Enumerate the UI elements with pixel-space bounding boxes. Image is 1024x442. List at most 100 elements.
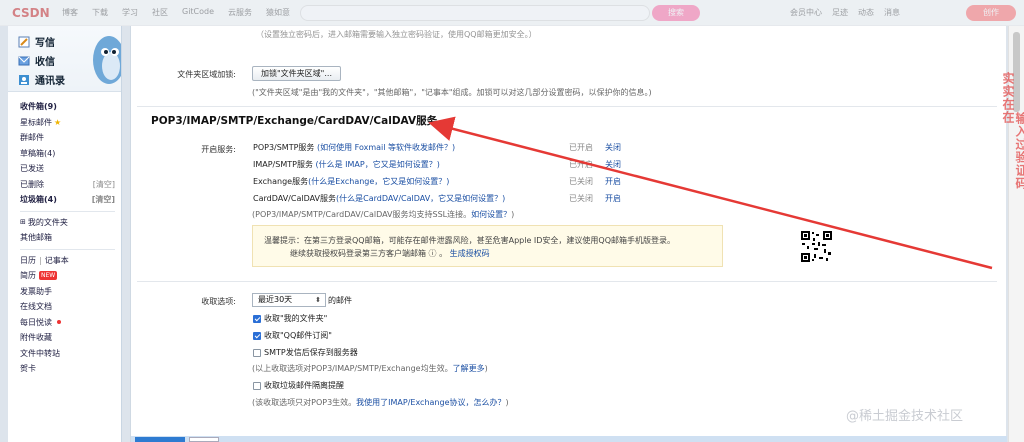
csdn-logo[interactable]: CSDN xyxy=(12,6,50,20)
expand-icon[interactable]: ⊞ xyxy=(20,215,26,231)
save-button[interactable] xyxy=(135,437,185,442)
checkbox-qq-subscription[interactable]: 收取"QQ邮件订阅" xyxy=(253,330,332,341)
nav-item[interactable]: 足迹 xyxy=(832,7,848,18)
service-help-link[interactable]: (如何使用 Foxmail 等软件收发邮件？) xyxy=(317,143,455,152)
folder-spam[interactable]: 垃圾箱(4) [清空] xyxy=(20,192,121,208)
checkbox-spam-alert[interactable]: 收取垃圾邮件隔离提醒 xyxy=(253,380,344,391)
nav-item[interactable]: 博客 xyxy=(62,7,78,18)
service-status: 已开启 xyxy=(569,143,593,152)
clear-deleted-link[interactable]: [清空] xyxy=(93,177,115,193)
select-value: 最近30天 xyxy=(258,295,293,304)
settings-panel: （设置独立密码后，进入邮箱需要输入独立密码验证，使用QQ邮箱更加安全。） 文件夹… xyxy=(130,26,1007,442)
cancel-button[interactable] xyxy=(189,437,219,442)
nav-item[interactable]: GitCode xyxy=(182,7,214,18)
tip-text-prefix: 继续获取授权码登录第三方客户端邮箱 ⓘ 。 xyxy=(290,249,448,258)
folder-group[interactable]: 群邮件 xyxy=(20,130,121,146)
nav-item[interactable]: 云服务 xyxy=(228,7,252,18)
quick-actions: 写信 收信 通讯录 xyxy=(8,26,121,92)
folder-inbox[interactable]: 收件箱(9) xyxy=(20,99,121,115)
folder-label: 群邮件 xyxy=(20,133,44,142)
service-toggle-link[interactable]: 关闭 xyxy=(605,142,621,153)
csdn-search-input[interactable] xyxy=(300,5,650,21)
folder-label: 其他邮箱 xyxy=(20,233,52,242)
receive-options-label: 收取选项: xyxy=(201,297,236,306)
nav-item[interactable]: 猿如意 xyxy=(266,7,290,18)
tool-daily[interactable]: 每日悦读 xyxy=(20,315,121,331)
service-pop3: POP3/SMTP服务 (如何使用 Foxmail 等软件收发邮件？) xyxy=(253,142,455,153)
nav-item[interactable]: 会员中心 xyxy=(790,7,822,18)
folder-lock-note: ("文件夹区域"是由"我的文件夹"，"其他邮箱"，"记事本"组成。加锁可以对这几… xyxy=(252,88,652,97)
csdn-right-nav: 会员中心 足迹 动态 消息 xyxy=(790,7,900,18)
checkbox-icon[interactable] xyxy=(253,331,261,340)
checkbox-my-folders[interactable]: 收取"我的文件夹" xyxy=(253,313,327,324)
notes-link[interactable]: 记事本 xyxy=(45,253,69,269)
effect-note: (以上收取选项对POP3/IMAP/SMTP/Exchange均生效。了解更多) xyxy=(252,363,488,374)
folder-starred[interactable]: 星标邮件 ★ xyxy=(20,115,121,131)
tool-cards[interactable]: 贺卡 xyxy=(20,361,121,377)
nav-item[interactable]: 消息 xyxy=(884,7,900,18)
service-toggle-link[interactable]: 开启 xyxy=(605,193,621,204)
action-bar xyxy=(131,436,1007,442)
checkbox-smtp-save[interactable]: SMTP发信后保存到服务器 xyxy=(253,347,358,358)
service-exchange: Exchange服务(什么是Exchange，它又是如何设置？) xyxy=(253,176,449,187)
service-status: 已关闭 xyxy=(569,177,593,186)
nav-item[interactable]: 下载 xyxy=(92,7,108,18)
folder-lock-label: 文件夹区域加锁: xyxy=(177,70,236,79)
folder-list: 收件箱(9) 星标邮件 ★ 群邮件 草稿箱(4) 已发送 已删除 [清空] 垃圾箱(… xyxy=(8,92,121,377)
folder-other-mail[interactable]: 其他邮箱 xyxy=(20,230,121,246)
tool-transfer[interactable]: 文件中转站 xyxy=(20,346,121,362)
csdn-topbar: CSDN 博客 下载 学习 社区 GitCode 云服务 猿如意 搜索 会员中心… xyxy=(0,0,1024,26)
service-name: IMAP/SMTP服务 xyxy=(253,160,313,169)
select-suffix: 的邮件 xyxy=(328,296,352,305)
nav-item[interactable]: 动态 xyxy=(858,7,874,18)
folder-drafts[interactable]: 草稿箱(4) xyxy=(20,146,121,162)
receive-range-select[interactable]: 最近30天 ⬍ xyxy=(252,293,326,307)
folder-my-folders[interactable]: ⊞ 我的文件夹 xyxy=(20,215,121,231)
qr-code-icon xyxy=(800,230,833,263)
lock-folder-button[interactable]: 加锁"文件夹区域"... xyxy=(252,66,341,81)
folder-deleted[interactable]: 已删除 [清空] xyxy=(20,177,121,193)
tool-invoice[interactable]: 发票助手 xyxy=(20,284,121,300)
tools-calendar-notes: 日历 | 记事本 xyxy=(20,253,121,269)
checkbox-icon[interactable] xyxy=(253,348,261,357)
checkbox-icon[interactable] xyxy=(253,314,261,323)
service-help-link[interactable]: (什么是CardDAV/CalDAV，它又是如何设置？) xyxy=(336,194,505,203)
service-name: POP3/SMTP服务 xyxy=(253,143,315,152)
imap-help-link[interactable]: 我使用了IMAP/Exchange协议，怎么办？ xyxy=(356,398,505,407)
folder-label: 草稿箱(4) xyxy=(20,148,56,158)
nav-item[interactable]: 社区 xyxy=(152,7,168,18)
service-help-link[interactable]: (什么是Exchange，它又是如何设置？) xyxy=(308,177,449,186)
tool-label: 附件收藏 xyxy=(20,333,52,342)
service-imap: IMAP/SMTP服务 (什么是 IMAP，它又是如何设置？) xyxy=(253,159,440,170)
service-toggle-link[interactable]: 关闭 xyxy=(605,159,621,170)
contacts-label: 通讯录 xyxy=(35,76,65,87)
inbox-icon xyxy=(18,56,30,65)
folder-label: 已发送 xyxy=(20,164,44,173)
folder-label: 收件箱(9) xyxy=(20,102,57,111)
password-note: （设置独立密码后，进入邮箱需要输入独立密码验证，使用QQ邮箱更加安全。） xyxy=(256,30,537,39)
divider xyxy=(20,248,115,250)
folder-label: 我的文件夹 xyxy=(27,217,68,227)
pencil-icon xyxy=(18,36,30,47)
learn-more-link[interactable]: 了解更多 xyxy=(453,364,485,373)
service-toggle-link[interactable]: 开启 xyxy=(605,176,621,187)
ssl-help-link[interactable]: 如何设置？ xyxy=(471,210,511,219)
tool-resume[interactable]: 简历 NEW xyxy=(20,268,121,284)
calendar-link[interactable]: 日历 xyxy=(20,253,36,269)
nav-item[interactable]: 学习 xyxy=(122,7,138,18)
effect-note-text: (以上收取选项对POP3/IMAP/SMTP/Exchange均生效。 xyxy=(252,364,453,373)
spam-note-text: (该收取选项只对POP3生效。 xyxy=(252,398,357,407)
contacts-icon xyxy=(19,74,29,85)
csdn-search-button[interactable]: 搜索 xyxy=(652,5,700,21)
watermark: @稀土掘金技术社区 xyxy=(846,409,964,424)
generate-auth-code-link[interactable]: 生成授权码 xyxy=(450,249,490,258)
tool-docs[interactable]: 在线文档 xyxy=(20,299,121,315)
tool-attachments[interactable]: 附件收藏 xyxy=(20,330,121,346)
folder-label: 星标邮件 xyxy=(20,117,52,127)
folder-sent[interactable]: 已发送 xyxy=(20,161,121,177)
checkbox-icon[interactable] xyxy=(253,381,261,390)
service-help-link[interactable]: (什么是 IMAP，它又是如何设置？) xyxy=(316,160,440,169)
annotation-text: 输入过验证码 xyxy=(1014,112,1024,190)
clear-spam-link[interactable]: [清空] xyxy=(92,192,115,208)
create-button[interactable]: 创作 xyxy=(966,5,1016,21)
